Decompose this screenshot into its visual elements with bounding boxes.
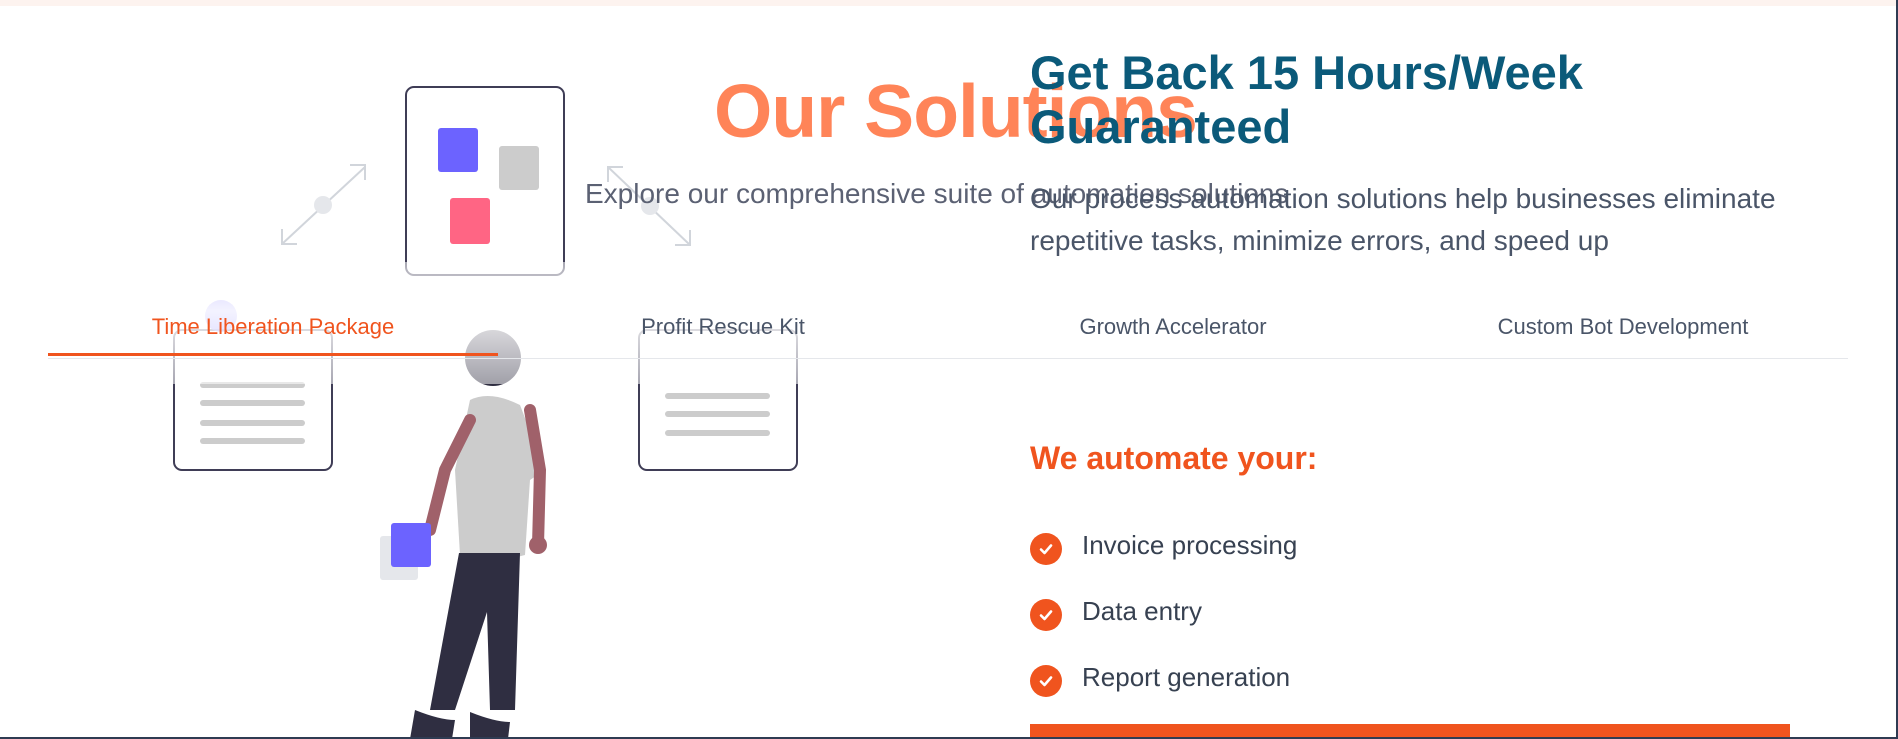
- list-item: Data entry: [1030, 578, 1297, 644]
- tab-growth-accelerator[interactable]: Growth Accelerator: [948, 296, 1398, 358]
- expand-arrow-icon: [281, 164, 366, 245]
- list-item: Report generation: [1030, 644, 1297, 710]
- tab-label: Profit Rescue Kit: [641, 314, 805, 339]
- automation-list: Invoice processing Data entry Report gen…: [1030, 512, 1297, 710]
- person-figure: [380, 330, 547, 739]
- tab-label: Custom Bot Development: [1497, 314, 1749, 339]
- tabs-divider: [48, 358, 1848, 359]
- solutions-tabs: Time Liberation Package Profit Rescue Ki…: [48, 296, 1848, 358]
- automate-heading: We automate your:: [1030, 440, 1318, 476]
- tab-label: Time Liberation Package: [151, 314, 395, 339]
- check-circle-icon: [1030, 665, 1062, 697]
- list-item-label: Report generation: [1082, 661, 1291, 692]
- check-circle-icon: [1030, 599, 1062, 631]
- check-circle-icon: [1030, 533, 1062, 565]
- list-item-label: Invoice processing: [1082, 529, 1298, 560]
- board-card: [405, 86, 565, 276]
- tab-profit-rescue-kit[interactable]: Profit Rescue Kit: [498, 296, 948, 358]
- list-item-label: Data entry: [1082, 595, 1202, 626]
- tab-label: Growth Accelerator: [1079, 314, 1267, 339]
- active-tab-indicator: [48, 353, 498, 356]
- hero-title: Get Back 15 Hours/Week Guaranteed: [1030, 46, 1583, 153]
- tab-custom-bot-development[interactable]: Custom Bot Development: [1398, 296, 1848, 358]
- hero-description: Our process automation solutions help bu…: [1030, 183, 1776, 256]
- tab-time-liberation-package[interactable]: Time Liberation Package: [48, 296, 498, 358]
- list-item: Invoice processing: [1030, 512, 1297, 578]
